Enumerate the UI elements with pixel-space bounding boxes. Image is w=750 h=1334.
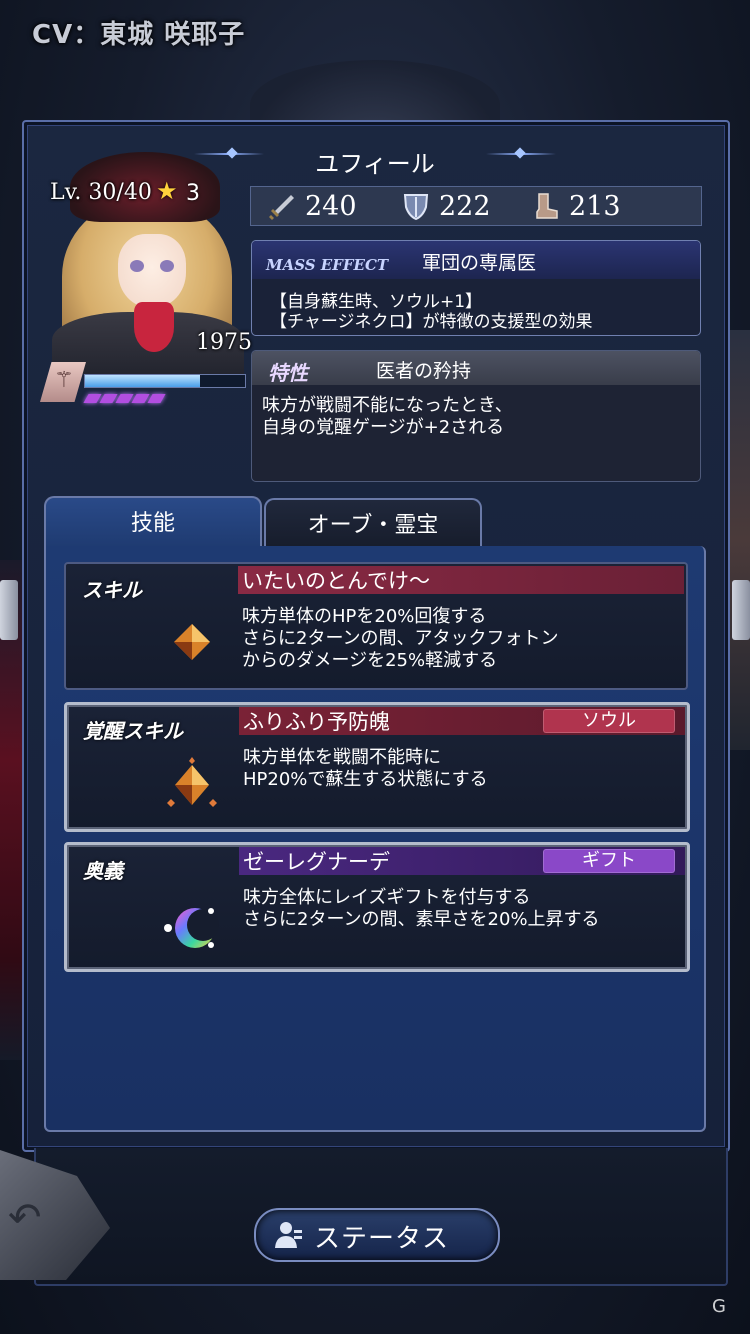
portrait-eye [130,260,144,272]
mass-effect-line: 【チャージネクロ】が特徴の支援型の効果 [270,312,593,332]
status-button-label: ステータス [314,1224,450,1254]
prev-character-arrow[interactable] [0,580,18,640]
awakening-gauge [83,394,166,404]
stat-attack: 240 [267,187,357,225]
star-count: 3 [186,181,200,206]
exp-bar-fill [85,375,201,387]
tab-skills[interactable]: 技能 [44,496,262,550]
gift-badge: ギフト [543,849,675,873]
shield-icon [403,194,429,221]
next-character-arrow[interactable] [732,580,750,640]
power-value: 1975 [196,330,252,355]
mass-effect-tag: MASS EFFECT [266,256,389,274]
exp-bar [84,374,246,388]
skill-card-line: HP20%で蘇生する状態にする [243,769,488,790]
back-arrow-icon: ↶ [8,1195,42,1241]
awakening-skill-card[interactable]: 覚醒スキル ふりふり予防魄 ソウル 味方単体を戦闘不能時に HP20%で蘇生する… [64,702,690,832]
skill-card-line: からのダメージを25%軽減する [242,650,498,671]
skill-card[interactable]: スキル いたいのとんでけ〜 味方単体のHPを20%回復する さらに2ターンの間、… [64,562,688,690]
skill-card-title: いたいのとんでけ〜 [242,569,430,593]
stat-defense: 222 [401,187,491,225]
watermark-logo: G [712,1296,726,1317]
speed-value: 213 [569,190,621,222]
awakening-gem-icon [167,757,217,807]
character-name: ユフィール [315,150,435,178]
soul-badge: ソウル [543,709,675,733]
sword-icon [269,195,294,220]
portrait-collar [134,302,174,352]
skill-card-title: ふりふり予防魄 [243,710,390,734]
boot-icon [536,193,558,219]
skill-card-line: さらに2ターンの間、素早さを20%上昇する [243,909,600,930]
crescent-orb-icon [164,908,219,948]
skill-card-title: ゼーレグナーデ [243,850,390,874]
trait-header [252,351,700,385]
person-icon [275,1222,302,1248]
skill-card-label: 奥義 [83,859,123,883]
voice-actor-credit: CV：東城 咲耶子 [32,20,246,50]
level-text: Lv. 30/40 [50,180,152,205]
trait-tag: 特性 [268,361,308,385]
gauge-segment [147,394,166,403]
attack-value: 240 [305,190,357,222]
portrait-face [118,234,186,308]
mass-effect-title: 軍団の専属医 [422,252,537,274]
stats-row: 240 222 213 [250,186,702,226]
trait-box: 特性 医者の矜持 味方が戦闘不能になったとき、 自身の覚醒ゲージが+2される [251,350,701,482]
portrait-eye [160,260,174,272]
star-icon: ★ [156,177,178,205]
trait-line: 自身の覚醒ゲージが+2される [262,417,505,438]
skill-card-label: 覚醒スキル [83,719,183,743]
tab-orbs-treasures[interactable]: オーブ・霊宝 [264,498,482,546]
skill-card-label: スキル [82,578,142,602]
status-button[interactable]: ステータス [254,1208,500,1262]
defense-value: 222 [439,190,491,222]
ougi-skill-card[interactable]: 奥義 ゼーレグナーデ ギフト 味方全体にレイズギフトを付与する さらに2ターンの… [64,842,690,972]
trait-title: 医者の矜持 [376,360,472,382]
stat-speed: 213 [531,187,621,225]
mass-effect-box: MASS EFFECT 軍団の専属医 【自身蘇生時、ソウル+1】 【チャージネク… [251,240,701,336]
skill-gem-icon [174,624,210,660]
